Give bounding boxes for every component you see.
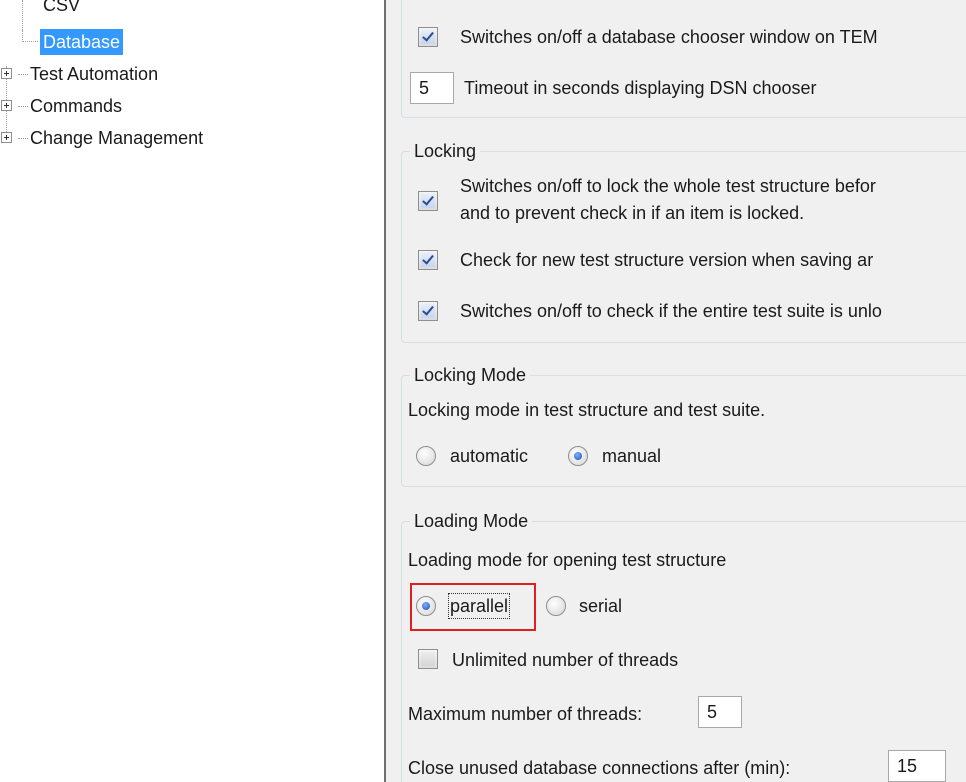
settings-tree: CSV Database Test Automation Commands Ch… — [0, 0, 384, 782]
locking-group: Locking Switches on/off to lock the whol… — [401, 139, 966, 343]
manual-radio[interactable] — [568, 446, 588, 466]
lock-structure-label-line1: Switches on/off to lock the whole test s… — [460, 176, 876, 196]
tree-item-label: Database — [43, 32, 121, 52]
unlimited-threads-checkbox[interactable] — [418, 649, 438, 669]
suite-unlock-label: Switches on/off to check if the entire t… — [460, 301, 882, 321]
locking-mode-title: Locking Mode — [410, 363, 531, 387]
tree-item-label: CSV — [43, 0, 81, 15]
automatic-radio[interactable] — [416, 446, 436, 466]
tree-item-test-automation[interactable]: Test Automation — [27, 61, 161, 87]
tree-item-commands[interactable]: Commands — [27, 93, 125, 119]
locking-mode-group: Locking Mode Locking mode in test struct… — [401, 363, 966, 487]
automatic-radio-label[interactable]: automatic — [450, 444, 528, 468]
lock-structure-label-line2: and to prevent check in if an item is lo… — [460, 203, 805, 223]
tree-connector — [22, 30, 23, 42]
manual-radio-label[interactable]: manual — [602, 444, 661, 468]
close-connections-input[interactable]: 15 — [888, 750, 946, 782]
close-connections-label: Close unused database connections after … — [408, 758, 791, 778]
tree-item-label: Test Automation — [30, 64, 159, 84]
tree-connector — [22, 41, 38, 42]
tree-item-label: Commands — [30, 96, 123, 116]
serial-radio[interactable] — [546, 596, 566, 616]
db-chooser-label: Switches on/off a database chooser windo… — [460, 27, 878, 47]
max-threads-label: Maximum number of threads: — [408, 704, 643, 724]
tree-item-csv[interactable]: CSV — [40, 0, 83, 18]
settings-panel: Switches on/off a database chooser windo… — [386, 0, 966, 782]
expand-plus-icon[interactable] — [1, 68, 12, 79]
version-check-checkbox[interactable] — [418, 250, 438, 270]
options-window: CSV Database Test Automation Commands Ch… — [0, 0, 966, 782]
locking-mode-description: Locking mode in test structure and test … — [408, 400, 766, 420]
suite-unlock-checkbox[interactable] — [418, 301, 438, 321]
max-threads-input[interactable]: 5 — [698, 696, 742, 728]
lock-structure-checkbox[interactable] — [418, 191, 438, 211]
db-chooser-checkbox[interactable] — [418, 27, 438, 47]
loading-mode-group: Loading Mode Loading mode for opening te… — [401, 509, 966, 782]
locking-group-title: Locking — [410, 139, 481, 163]
dsn-timeout-label: Timeout in seconds displaying DSN choose… — [464, 78, 817, 98]
tree-item-change-management[interactable]: Change Management — [27, 125, 206, 151]
unlimited-threads-label[interactable]: Unlimited number of threads — [452, 648, 678, 672]
loading-mode-title: Loading Mode — [410, 509, 533, 533]
tree-item-label: Change Management — [30, 128, 204, 148]
serial-radio-label[interactable]: serial — [579, 594, 622, 618]
tree-connector — [22, 0, 23, 30]
database-group: Switches on/off a database chooser windo… — [401, 0, 966, 118]
expand-plus-icon[interactable] — [1, 132, 12, 143]
expand-plus-icon[interactable] — [1, 100, 12, 111]
parallel-radio[interactable] — [416, 596, 436, 616]
parallel-radio-label[interactable]: parallel — [448, 593, 511, 619]
tree-item-database[interactable]: Database — [40, 29, 124, 55]
loading-mode-description: Loading mode for opening test structure — [408, 550, 727, 570]
version-check-label: Check for new test structure version whe… — [460, 250, 874, 270]
dsn-timeout-input[interactable]: 5 — [410, 72, 454, 104]
